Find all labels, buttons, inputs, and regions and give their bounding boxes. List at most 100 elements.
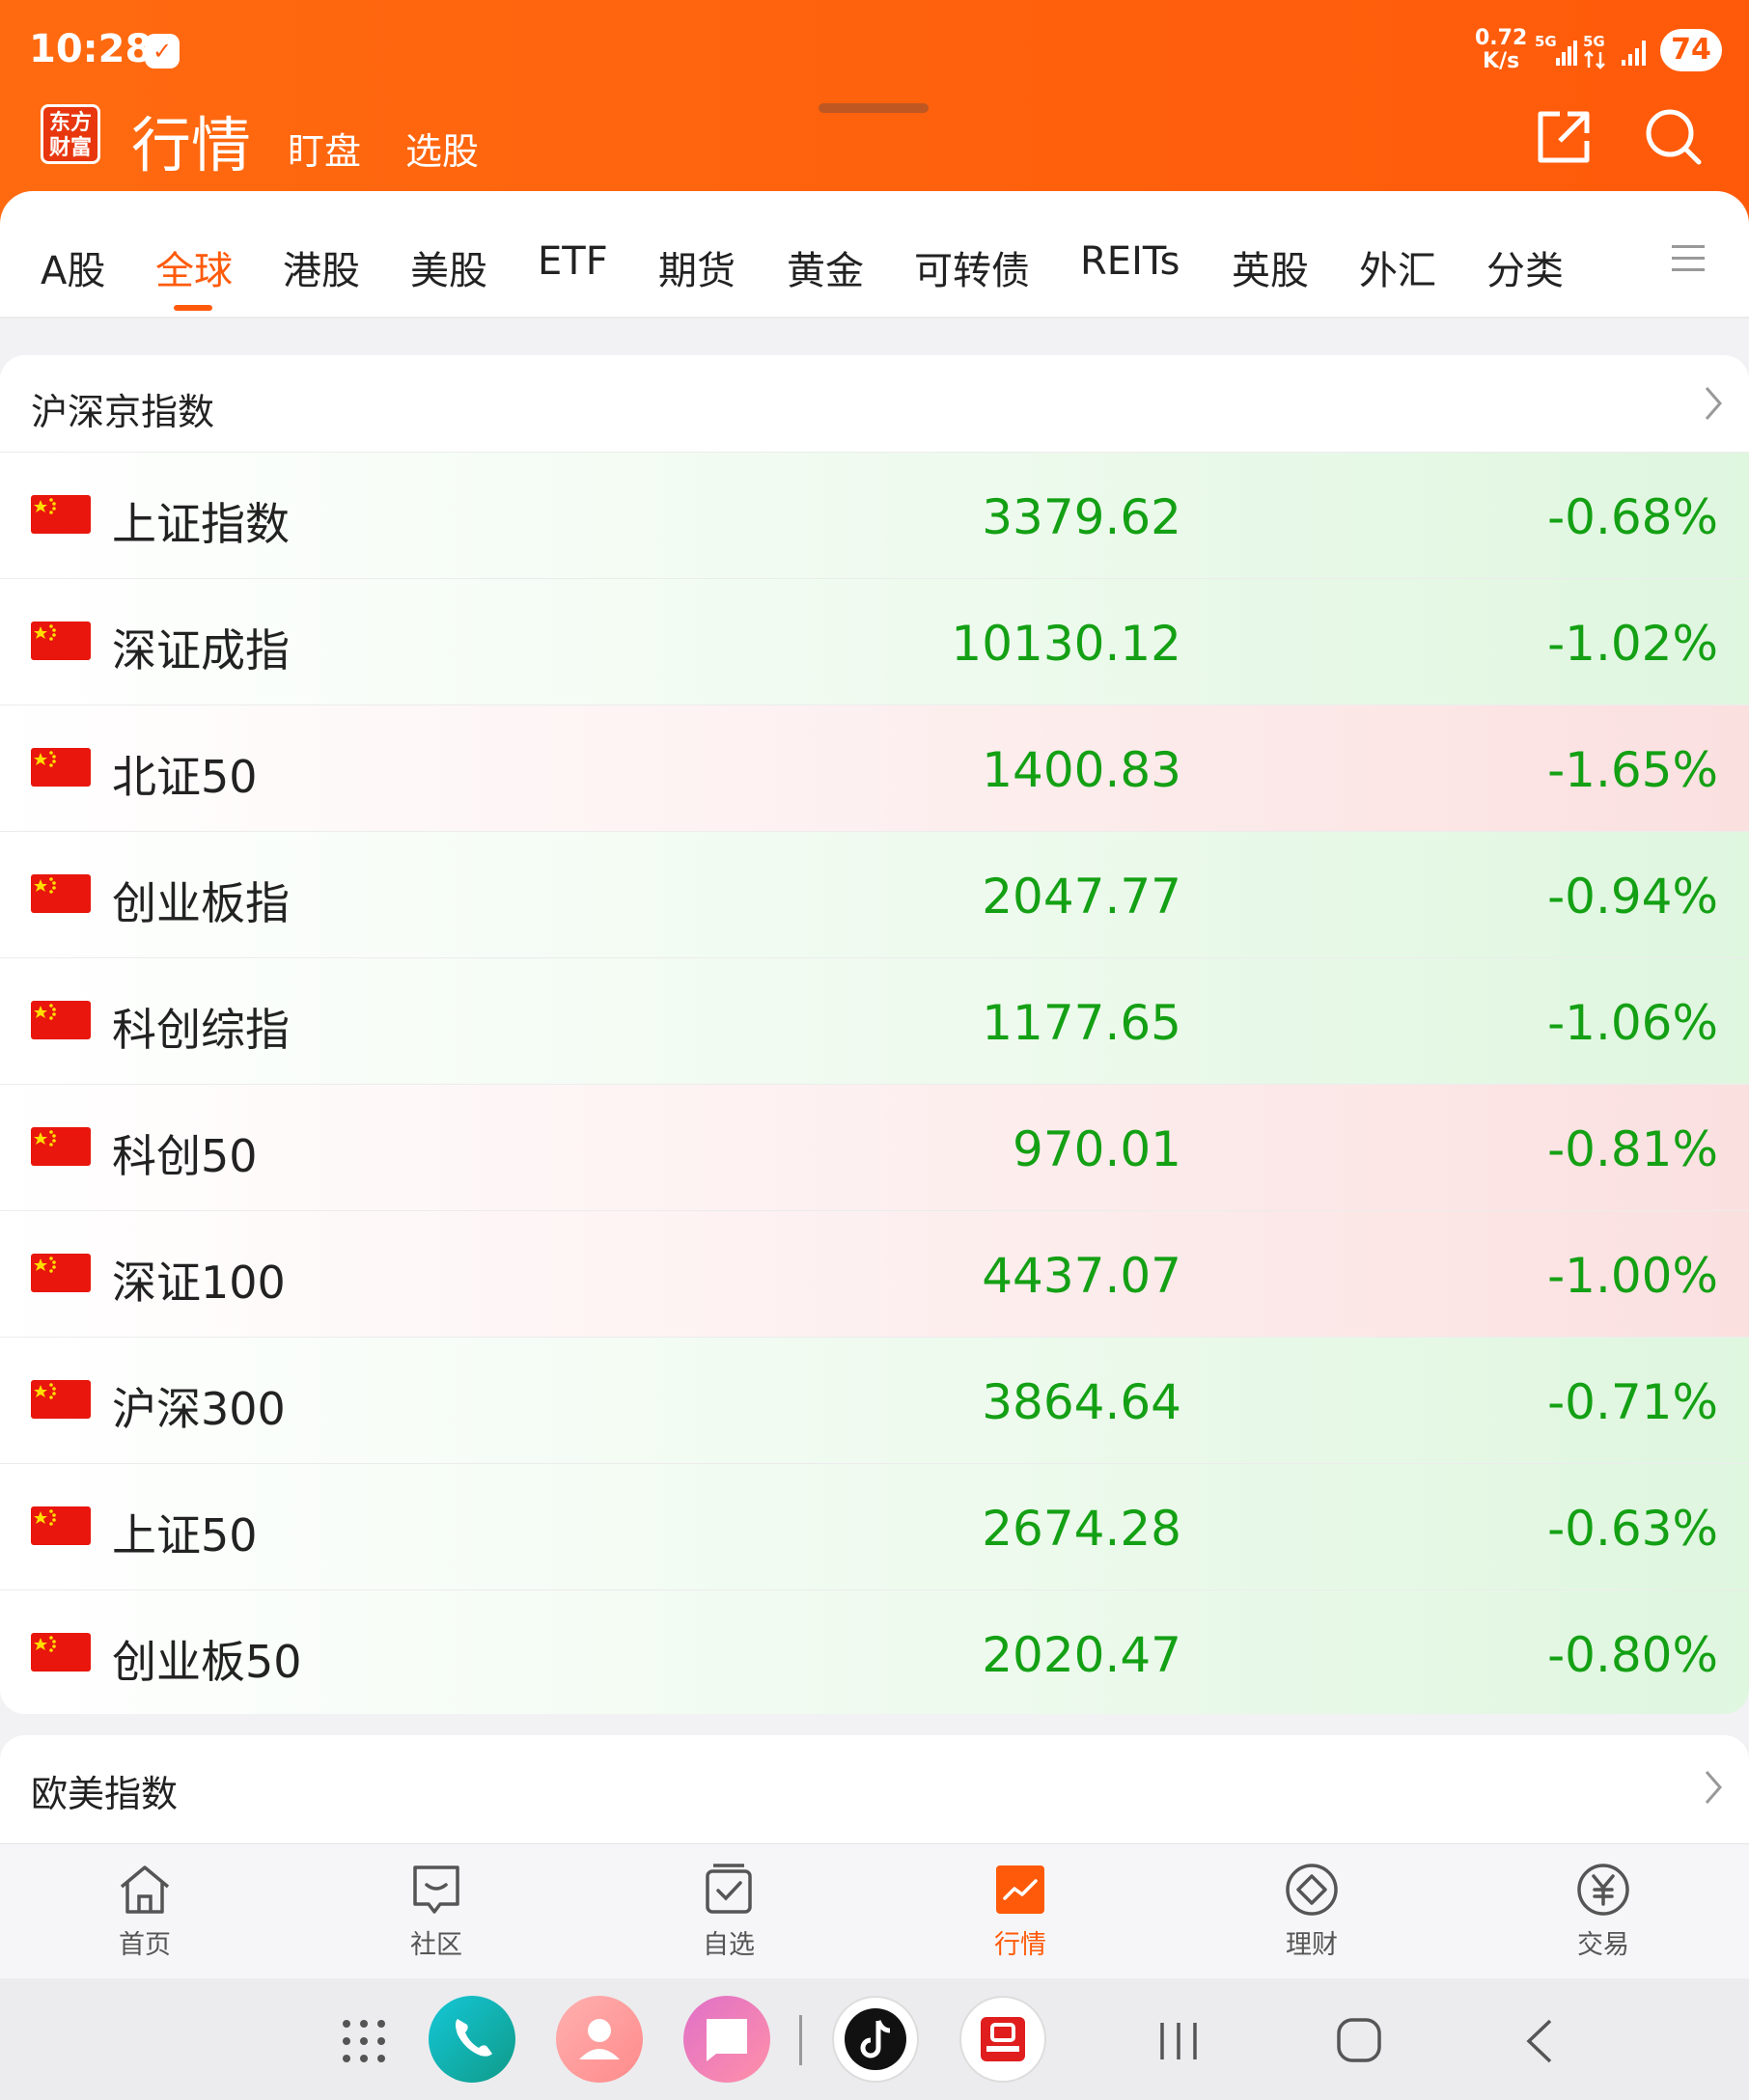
index-row[interactable]: 创业板50 2020.47 -0.80% (0, 1589, 1749, 1714)
bottom-tab-home[interactable]: 首页 (68, 1862, 222, 1961)
bottom-tab-trade[interactable]: 交易 (1526, 1862, 1680, 1961)
phone-icon[interactable] (429, 1996, 515, 2083)
market-icon (996, 1865, 1044, 1914)
section-title-eu-us[interactable]: 欧美指数 (31, 1764, 178, 1817)
index-change-pct: -1.00% (1547, 1248, 1718, 1304)
index-price: 2020.47 (982, 1627, 1181, 1683)
status-bar: 10:28 ✓ 0.72 K/s 5G 5G 74 (0, 0, 1749, 97)
index-price: 4437.07 (982, 1248, 1181, 1304)
index-change-pct: -0.71% (1547, 1374, 1718, 1430)
system-navigation (0, 1978, 1749, 2100)
bottom-tab-watchlist[interactable]: 自选 (652, 1862, 806, 1961)
menu-icon[interactable] (1672, 241, 1705, 276)
index-row[interactable]: 深证100 4437.07 -1.00% (0, 1210, 1749, 1337)
app-logo[interactable]: 东方 财富 (41, 104, 100, 164)
tab-categories[interactable]: 分类 (1486, 239, 1564, 295)
drag-handle[interactable] (819, 103, 929, 113)
tab-global[interactable]: 全球 (155, 239, 233, 295)
net-speed: 0.72 K/s (1475, 26, 1528, 73)
tab-etf[interactable]: ETF (538, 239, 608, 284)
bottom-tab-market[interactable]: 行情 (943, 1862, 1097, 1961)
securities-app-icon[interactable] (959, 1996, 1046, 2083)
china-flag-icon (31, 1254, 91, 1292)
tab-convertible-bonds[interactable]: 可转债 (914, 239, 1030, 295)
section-title-cn[interactable]: 沪深京指数 (31, 382, 214, 435)
signal-5g-icon: 5G (1535, 33, 1577, 66)
index-row[interactable]: 沪深300 3864.64 -0.71% (0, 1337, 1749, 1463)
index-price: 970.01 (1013, 1121, 1181, 1177)
bottom-nav: 首页 社区 自选 行情 理财 交易 (0, 1843, 1749, 1979)
index-name: 创业板50 (112, 1636, 302, 1688)
index-name: 北证50 (112, 751, 258, 803)
index-row[interactable]: 北证50 1400.83 -1.65% (0, 705, 1749, 831)
index-name: 科创50 (112, 1130, 258, 1182)
market-tabs: A股 全球 港股 美股 ETF 期货 黄金 可转债 REITs 英股 外汇 分类 (0, 191, 1749, 318)
index-row[interactable]: 深证成指 10130.12 -1.02% (0, 578, 1749, 705)
china-flag-icon (31, 1001, 91, 1039)
index-change-pct: -0.68% (1547, 489, 1718, 545)
nav-market[interactable]: 行情 (131, 97, 251, 183)
china-flag-icon (31, 495, 91, 534)
back-icon[interactable] (1521, 2017, 1560, 2065)
china-flag-icon (31, 1380, 91, 1419)
index-name: 上证指数 (112, 498, 290, 550)
home-button-icon[interactable] (1334, 2015, 1384, 2065)
nav-watch[interactable]: 盯盘 (288, 122, 361, 175)
index-name: 创业板指 (112, 877, 290, 929)
svg-text:5G: 5G (1583, 33, 1605, 50)
tab-a-shares[interactable]: A股 (41, 239, 105, 295)
dock-divider (799, 2015, 802, 2065)
nav-stock-picker[interactable]: 选股 (405, 122, 479, 175)
index-price: 1400.83 (982, 742, 1181, 798)
china-flag-icon (31, 1127, 91, 1166)
tab-forex[interactable]: 外汇 (1359, 239, 1436, 295)
index-row[interactable]: 科创50 970.01 -0.81% (0, 1084, 1749, 1210)
bottom-tab-wealth[interactable]: 理财 (1235, 1862, 1389, 1961)
index-row[interactable]: 创业板指 2047.77 -0.94% (0, 831, 1749, 957)
trade-icon (1577, 1864, 1629, 1916)
index-change-pct: -0.80% (1547, 1627, 1718, 1683)
china-flag-icon (31, 1633, 91, 1672)
index-price: 2674.28 (982, 1501, 1181, 1557)
tab-reits[interactable]: REITs (1080, 239, 1180, 284)
index-row[interactable]: 上证50 2674.28 -0.63% (0, 1463, 1749, 1589)
index-price: 10130.12 (951, 616, 1181, 672)
tab-futures[interactable]: 期货 (658, 239, 736, 295)
index-name: 科创综指 (112, 1004, 290, 1056)
china-flag-icon (31, 622, 91, 660)
index-change-pct: -1.06% (1547, 995, 1718, 1051)
index-row[interactable]: 科创综指 1177.65 -1.06% (0, 957, 1749, 1084)
bottom-tab-community[interactable]: 社区 (359, 1862, 514, 1961)
index-name: 沪深300 (112, 1383, 286, 1435)
data-5g-icon: 5G (1583, 33, 1605, 69)
notification-icon: ✓ (145, 34, 180, 69)
apps-grid-icon[interactable] (340, 2017, 388, 2065)
index-change-pct: -0.81% (1547, 1121, 1718, 1177)
index-row[interactable]: 上证指数 3379.62 -0.68% (0, 452, 1749, 578)
index-change-pct: -0.94% (1547, 869, 1718, 925)
index-change-pct: -1.65% (1547, 742, 1718, 798)
index-change-pct: -0.63% (1547, 1501, 1718, 1557)
eu-us-index-card: 欧美指数 (0, 1735, 1749, 1843)
tab-gold[interactable]: 黄金 (787, 239, 864, 295)
index-change-pct: -1.02% (1547, 616, 1718, 672)
status-time: 10:28 (29, 27, 153, 71)
recent-apps-icon[interactable] (1154, 2017, 1203, 2065)
chevron-right-icon[interactable] (1703, 384, 1724, 423)
tab-uk-stocks[interactable]: 英股 (1232, 239, 1309, 295)
share-icon[interactable] (1531, 104, 1596, 170)
home-icon (120, 1865, 170, 1914)
chevron-right-icon[interactable] (1703, 1768, 1724, 1807)
index-name: 深证100 (112, 1257, 286, 1309)
index-price: 1177.65 (982, 995, 1181, 1051)
search-icon[interactable] (1641, 104, 1707, 170)
tab-hk-stocks[interactable]: 港股 (283, 239, 360, 295)
tiktok-icon[interactable] (832, 1996, 919, 2083)
wealth-icon (1286, 1864, 1338, 1916)
messages-icon[interactable] (683, 1996, 770, 2083)
battery-indicator: 74 (1660, 29, 1722, 71)
contacts-icon[interactable] (556, 1996, 643, 2083)
watchlist-icon (706, 1864, 752, 1914)
tab-us-stocks[interactable]: 美股 (410, 239, 487, 295)
svg-text:5G: 5G (1535, 33, 1557, 50)
